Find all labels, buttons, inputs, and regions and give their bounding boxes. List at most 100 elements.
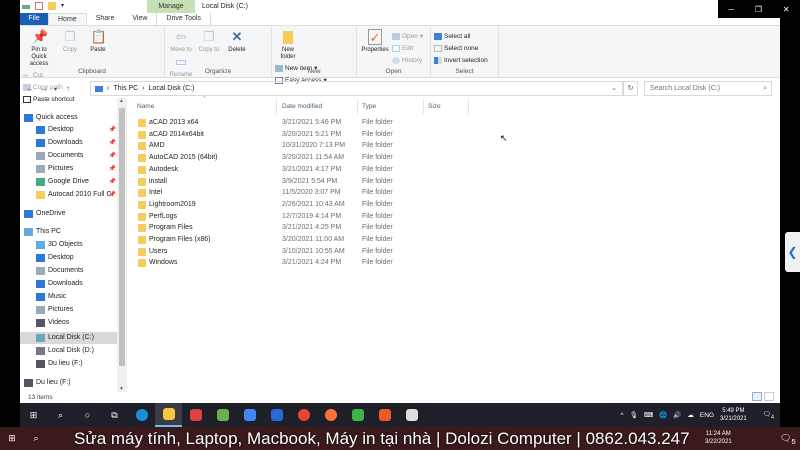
- nav-item[interactable]: Du lieu (F:): [20, 377, 118, 389]
- nav-item[interactable]: Google Drive 📌: [20, 176, 118, 188]
- file-row[interactable]: Program Files 3/21/2021 4:25 PM File folde…: [138, 222, 438, 234]
- file-row[interactable]: Lightroom2019 2/26/2021 10:43 AM File fold…: [138, 199, 438, 211]
- tab-file[interactable]: File: [20, 13, 48, 25]
- history-button[interactable]: History: [391, 55, 423, 65]
- copy-button[interactable]: ❐ Copy: [57, 29, 83, 54]
- pin-icon[interactable]: 📌: [109, 163, 116, 175]
- pin-icon[interactable]: 📌: [109, 150, 116, 162]
- back-arrow-icon[interactable]: ←: [26, 84, 34, 93]
- camtasia-green-taskbar-button[interactable]: [344, 403, 371, 427]
- manage-context-tab[interactable]: Manage: [147, 0, 195, 13]
- file-row[interactable]: AMD 10/31/2020 7:13 PM File folder: [138, 140, 438, 152]
- move-to-button[interactable]: ⇦ Move to: [168, 29, 194, 54]
- app-blue-taskbar-button[interactable]: [263, 403, 290, 427]
- select-all-button[interactable]: Select all: [434, 31, 488, 41]
- file-row[interactable]: Program Files (x86) 3/20/2021 11:00 AM Fil…: [138, 234, 438, 246]
- scroll-up-icon[interactable]: ▲: [119, 98, 124, 104]
- tab-share[interactable]: Share: [87, 13, 124, 25]
- cloud-icon[interactable]: ☁: [687, 411, 694, 419]
- language-indicator[interactable]: ENG: [700, 412, 714, 419]
- tab-home[interactable]: Home: [48, 13, 87, 25]
- nav-item[interactable]: This PC: [20, 226, 118, 238]
- nav-item[interactable]: Du lieu (F:): [20, 358, 118, 370]
- cortana-button[interactable]: ○: [74, 403, 101, 427]
- open-button[interactable]: Open ▾: [391, 31, 423, 41]
- address-bar[interactable]: › This PC › Local Disk (C:) ⌄: [90, 81, 623, 96]
- nav-item[interactable]: Pictures 📌: [20, 163, 118, 175]
- nav-item[interactable]: Documents 📌: [20, 150, 118, 162]
- search-button[interactable]: ⌕: [47, 403, 74, 427]
- google-taskbar-button[interactable]: [236, 403, 263, 427]
- scrollbar-thumb[interactable]: [119, 108, 125, 366]
- notification-center-icon[interactable]: 🗨4: [763, 410, 774, 420]
- chrome-taskbar-button[interactable]: [290, 403, 317, 427]
- search-button[interactable]: ⌕: [24, 427, 48, 450]
- column-date-modified[interactable]: Date modified: [282, 103, 322, 110]
- recent-dropdown-icon[interactable]: ▾: [54, 86, 57, 93]
- nav-item[interactable]: Documents: [20, 265, 118, 277]
- file-row[interactable]: aCAD 2014x64bit 3/20/2021 5:21 PM File fol…: [138, 129, 438, 141]
- tab-view[interactable]: View: [123, 13, 156, 25]
- firefox-taskbar-button[interactable]: [317, 403, 344, 427]
- details-view-button[interactable]: [752, 392, 762, 401]
- address-dropdown-icon[interactable]: ⌄: [611, 82, 617, 95]
- properties-button[interactable]: ✓ Properties: [360, 29, 390, 54]
- pin-icon[interactable]: 📌: [109, 137, 116, 149]
- file-row[interactable]: Users 3/10/2021 10:55 AM File folder: [138, 246, 438, 258]
- app-taskbar-button[interactable]: [182, 403, 209, 427]
- tab-drive-tools[interactable]: Drive Tools: [156, 13, 211, 25]
- forward-arrow-icon[interactable]: →: [40, 84, 48, 93]
- edit-button[interactable]: Edit: [391, 43, 423, 53]
- scroll-down-icon[interactable]: ▼: [119, 386, 124, 392]
- file-row[interactable]: Windows 3/21/2021 4:24 PM File folder: [138, 257, 438, 269]
- rename-button[interactable]: ▭ Rename: [168, 54, 194, 79]
- file-explorer-taskbar-button[interactable]: [155, 403, 182, 427]
- file-row[interactable]: install 3/9/2021 5:54 PM File folder: [138, 176, 438, 188]
- nav-item[interactable]: Music: [20, 291, 118, 303]
- clock[interactable]: 5:49 PM 3/21/2021: [720, 407, 747, 423]
- nav-item[interactable]: 3D Objects: [20, 239, 118, 251]
- notification-center-icon[interactable]: 🗨5: [780, 433, 796, 446]
- large-icons-view-button[interactable]: [764, 392, 774, 401]
- new-folder-button[interactable]: New folder: [275, 29, 301, 61]
- file-row[interactable]: Intel 11/5/2020 3:07 PM File folder: [138, 187, 438, 199]
- invert-selection-button[interactable]: Invert selection: [434, 55, 488, 65]
- delete-button[interactable]: ✕ Delete: [224, 29, 250, 54]
- pin-icon[interactable]: 📌: [109, 189, 116, 201]
- close-button[interactable]: ✕: [783, 5, 790, 14]
- tray-overflow-icon[interactable]: ^: [621, 412, 624, 419]
- network-icon[interactable]: 🌐: [659, 411, 667, 419]
- input-icon[interactable]: ⌨: [644, 411, 653, 419]
- defender-taskbar-button[interactable]: [398, 403, 425, 427]
- file-row[interactable]: AutoCAD 2015 (64bit) 3/20/2021 11:54 AM Fi…: [138, 152, 438, 164]
- start-button[interactable]: ⊞: [20, 403, 47, 427]
- nav-item[interactable]: Local Disk (D:): [20, 345, 118, 357]
- nav-item[interactable]: Desktop: [20, 252, 118, 264]
- breadcrumb-this-pc[interactable]: This PC: [113, 82, 138, 95]
- file-row[interactable]: Autodesk 3/21/2021 4:17 PM File folder: [138, 164, 438, 176]
- side-panel-expand-button[interactable]: ❮: [785, 232, 800, 272]
- nav-item[interactable]: Pictures: [20, 304, 118, 316]
- nav-item[interactable]: Videos: [20, 317, 118, 329]
- app-green-taskbar-button[interactable]: [209, 403, 236, 427]
- column-size[interactable]: Size: [428, 103, 441, 110]
- edge-taskbar-button[interactable]: [128, 403, 155, 427]
- paste-button[interactable]: 📋 Paste: [85, 29, 111, 54]
- volume-icon[interactable]: 🔊: [673, 411, 681, 419]
- pin-quick-access-button[interactable]: 📌 Pin to Quick access: [23, 29, 55, 68]
- new-folder-icon[interactable]: [48, 2, 56, 10]
- start-button[interactable]: ⊞: [0, 427, 24, 450]
- refresh-button[interactable]: ↻: [623, 81, 638, 96]
- nav-item[interactable]: Downloads 📌: [20, 137, 118, 149]
- file-row[interactable]: aCAD 2013 x64 3/21/2021 5:46 PM File folde…: [138, 117, 438, 129]
- nav-item[interactable]: Autocad 2010 Full C 📌: [20, 189, 118, 201]
- nav-item[interactable]: OneDrive: [20, 208, 118, 220]
- nav-item[interactable]: Local Disk (C:): [20, 332, 118, 344]
- properties-icon[interactable]: [35, 2, 43, 10]
- copy-to-button[interactable]: ❐ Copy to: [196, 29, 222, 54]
- nav-item[interactable]: Quick access: [20, 112, 118, 124]
- file-row[interactable]: PerfLogs 12/7/2019 4:14 PM File folder: [138, 211, 438, 223]
- nav-item[interactable]: Downloads: [20, 278, 118, 290]
- drive-icon[interactable]: [22, 5, 30, 9]
- microphone-icon[interactable]: 🎙: [630, 411, 638, 419]
